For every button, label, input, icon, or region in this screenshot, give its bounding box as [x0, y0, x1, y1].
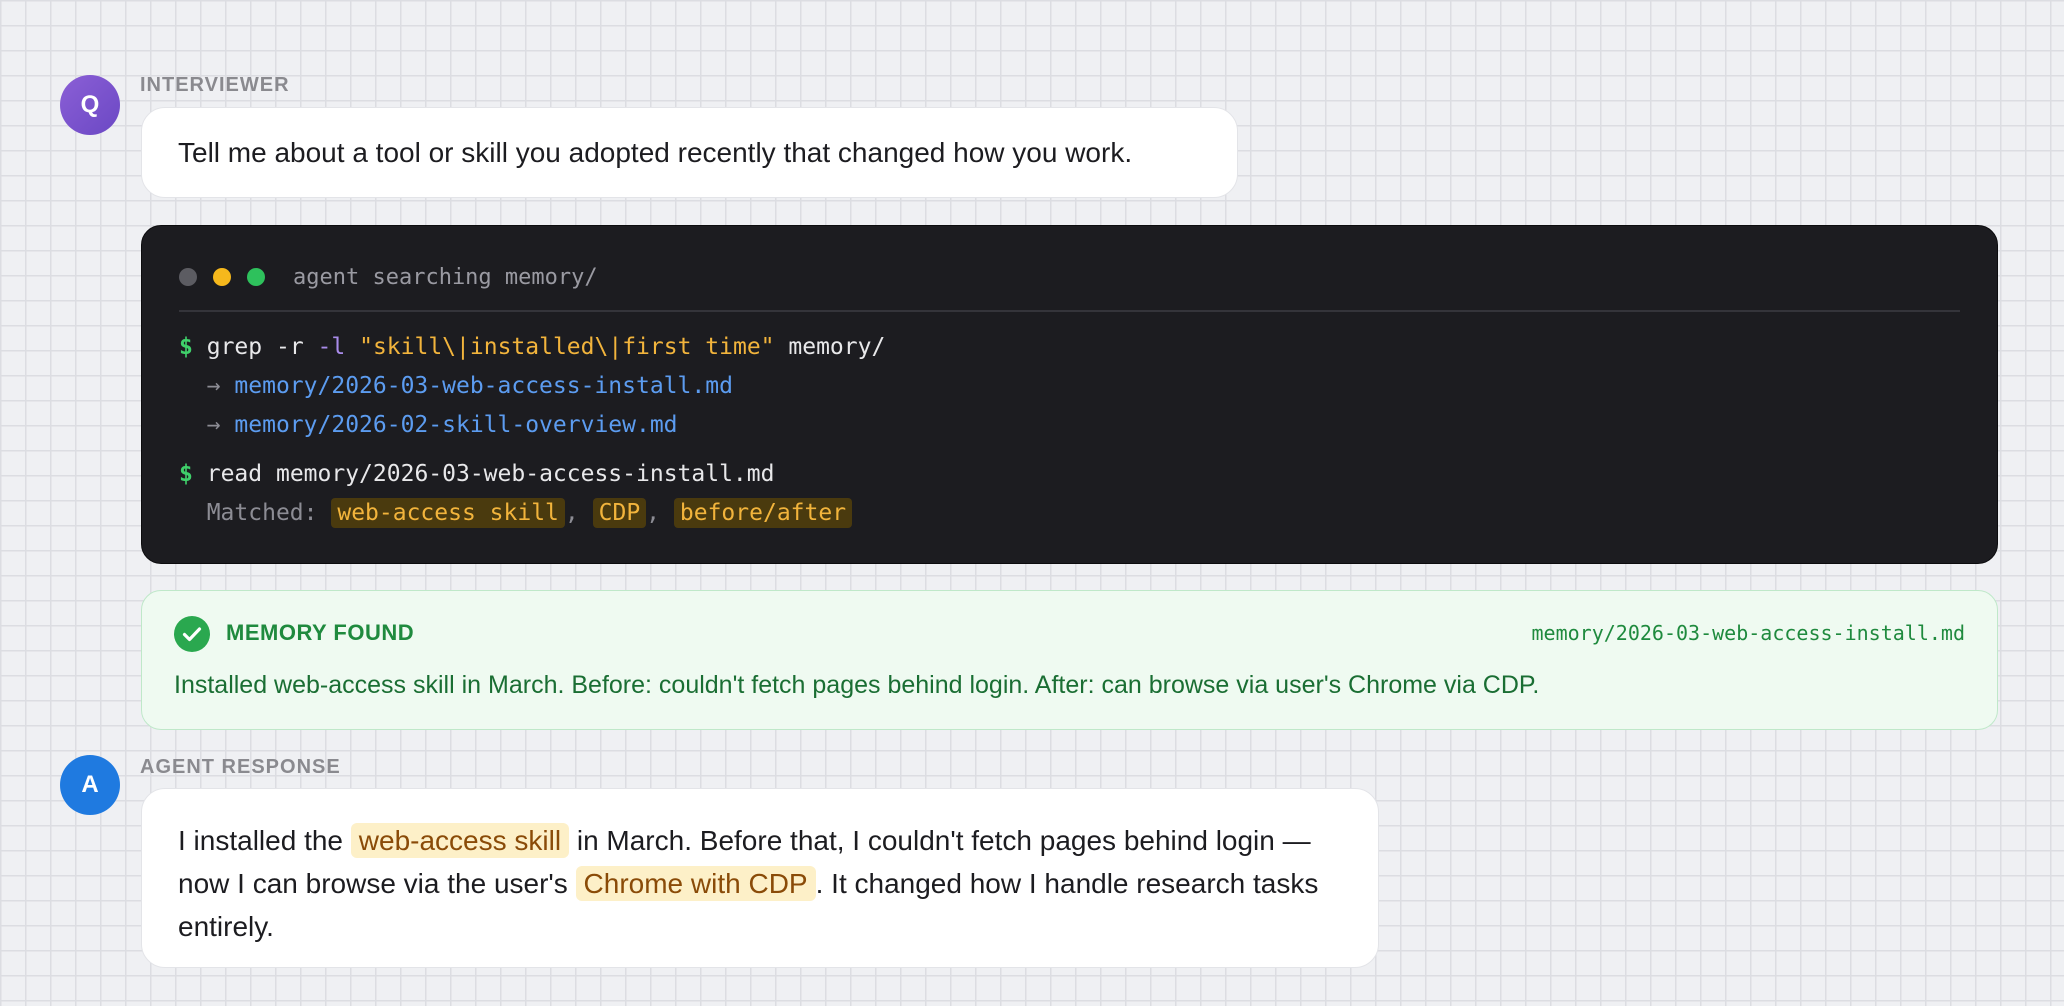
grep-flag-r: -r — [275, 334, 304, 360]
terminal-title: agent searching memory/ — [293, 264, 598, 290]
highlight-term: Chrome with CDP — [575, 866, 816, 901]
grep-flag-l: -l — [317, 334, 346, 360]
agent-response-text: I installed the — [178, 825, 351, 856]
grep-command: grep — [206, 334, 263, 360]
agent-avatar: A — [60, 755, 120, 815]
terminal-command-grep: $ grep -r -l "skill\|installed\|first ti… — [179, 330, 885, 364]
read-command: read — [206, 461, 263, 487]
window-dot-yellow — [213, 268, 231, 286]
tag-separator: , — [646, 500, 661, 526]
result-path: memory/2026-02-skill-overview.md — [234, 412, 678, 438]
grep-target: memory/ — [788, 334, 886, 360]
interviewer-question-bubble: Tell me about a tool or skill you adopte… — [141, 107, 1238, 198]
terminal-panel: agent searching memory/ $ grep -r -l "sk… — [141, 225, 1998, 564]
memory-found-card: MEMORY FOUND memory/2026-03-web-access-i… — [141, 590, 1998, 730]
interviewer-label: INTERVIEWER — [140, 74, 290, 96]
prompt-symbol: $ — [179, 461, 193, 487]
interviewer-question-text: Tell me about a tool or skill you adopte… — [178, 136, 1133, 168]
tag-separator: , — [564, 500, 579, 526]
agent-label: AGENT RESPONSE — [140, 756, 341, 778]
window-dot-green — [247, 268, 265, 286]
terminal-divider — [179, 310, 1960, 312]
result-path: memory/2026-03-web-access-install.md — [234, 373, 733, 399]
window-dot-gray — [179, 268, 197, 286]
terminal-matched-line: Matched: web-access skill, CDP, before/a… — [179, 496, 853, 530]
matched-label: Matched: — [206, 500, 318, 526]
agent-response-bubble: I installed the web-access skill in Marc… — [141, 788, 1379, 968]
terminal-header: agent searching memory/ — [179, 262, 598, 292]
interviewer-avatar: Q — [60, 75, 120, 135]
matched-tag: before/after — [673, 498, 853, 528]
highlight-term: web-access skill — [350, 823, 570, 858]
grep-pattern: "skill\|installed\|first time" — [359, 334, 775, 360]
terminal-result-line: → memory/2026-02-skill-overview.md — [179, 408, 678, 442]
memory-file-path: memory/2026-03-web-access-install.md — [1531, 621, 1965, 645]
terminal-result-line: → memory/2026-03-web-access-install.md — [179, 369, 733, 403]
check-circle-icon — [174, 616, 210, 652]
matched-tag: CDP — [592, 498, 647, 528]
memory-found-title: MEMORY FOUND — [226, 620, 415, 645]
matched-tag: web-access skill — [331, 498, 565, 528]
terminal-command-read: $ read memory/2026-03-web-access-install… — [179, 457, 774, 491]
read-target: memory/2026-03-web-access-install.md — [275, 461, 775, 487]
result-arrow-icon: → — [206, 373, 221, 399]
result-arrow-icon: → — [206, 412, 221, 438]
memory-summary: Installed web-access skill in March. Bef… — [174, 671, 1540, 699]
prompt-symbol: $ — [179, 334, 193, 360]
